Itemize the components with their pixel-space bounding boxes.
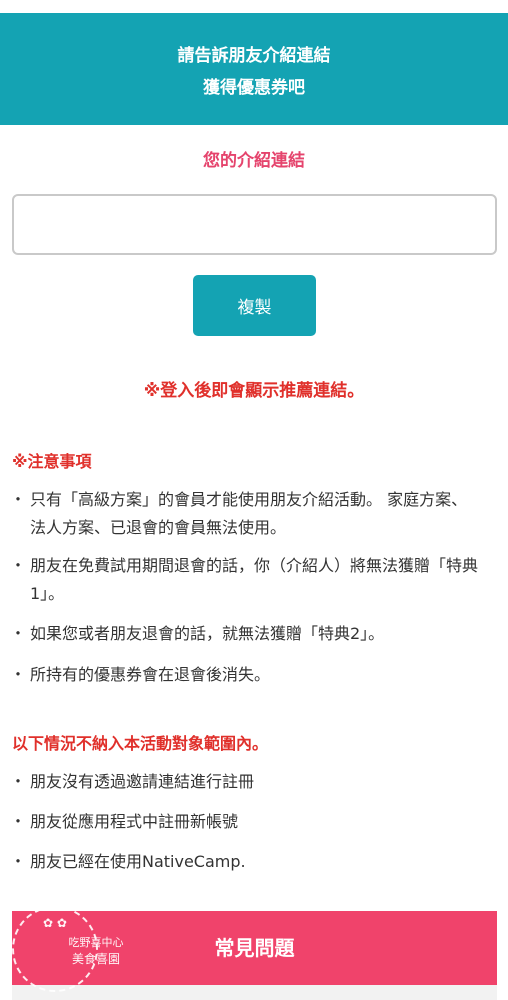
referral-link-title: 您的介紹連結 [203, 151, 305, 171]
referral-link-input[interactable] [12, 194, 497, 255]
watermark-line-2: 美食喜園 [71, 952, 120, 966]
copy-button[interactable]: 複製 [193, 275, 316, 336]
login-notice: ※登入後即會顯示推薦連結。 [143, 381, 365, 401]
notes-heading: ※注意事項 [12, 452, 92, 471]
note-item: 所持有的優惠券會在退會後消失。 [10, 661, 482, 689]
watermark-stamp: ✿ ✿ 吃野喜中心 美食喜園 [12, 906, 124, 992]
promo-banner: 請告訴朋友介紹連結 獲得優惠券吧 [0, 13, 508, 125]
note-item: 朋友在免費試用期間退會的話，你（介紹人）將無法獲贈「特典1」。 [10, 552, 482, 608]
banner-line-1: 請告訴朋友介紹連結 [177, 46, 331, 66]
exclusion-item: 朋友沒有透過邀請連結進行註冊 [10, 768, 482, 796]
exclusions-heading: 以下情況不納入本活動對象範圍內。 [12, 734, 269, 753]
faq-content-edge [12, 985, 497, 1000]
exclusion-item: 朋友已經在使用NativeCamp. [10, 848, 482, 876]
exclusion-item: 朋友從應用程式中註冊新帳號 [10, 808, 482, 836]
banner-line-2: 獲得優惠券吧 [203, 78, 305, 98]
flower-icon: ✿ ✿ [43, 916, 67, 930]
watermark-line-1: 吃野喜中心 [68, 936, 124, 949]
note-item: 只有「高級方案」的會員才能使用朋友介紹活動。 家庭方案、法人方案、已退會的會員無… [10, 486, 482, 542]
top-strip [0, 0, 508, 13]
note-item: 如果您或者朋友退會的話，就無法獲贈「特典2」。 [10, 620, 482, 648]
